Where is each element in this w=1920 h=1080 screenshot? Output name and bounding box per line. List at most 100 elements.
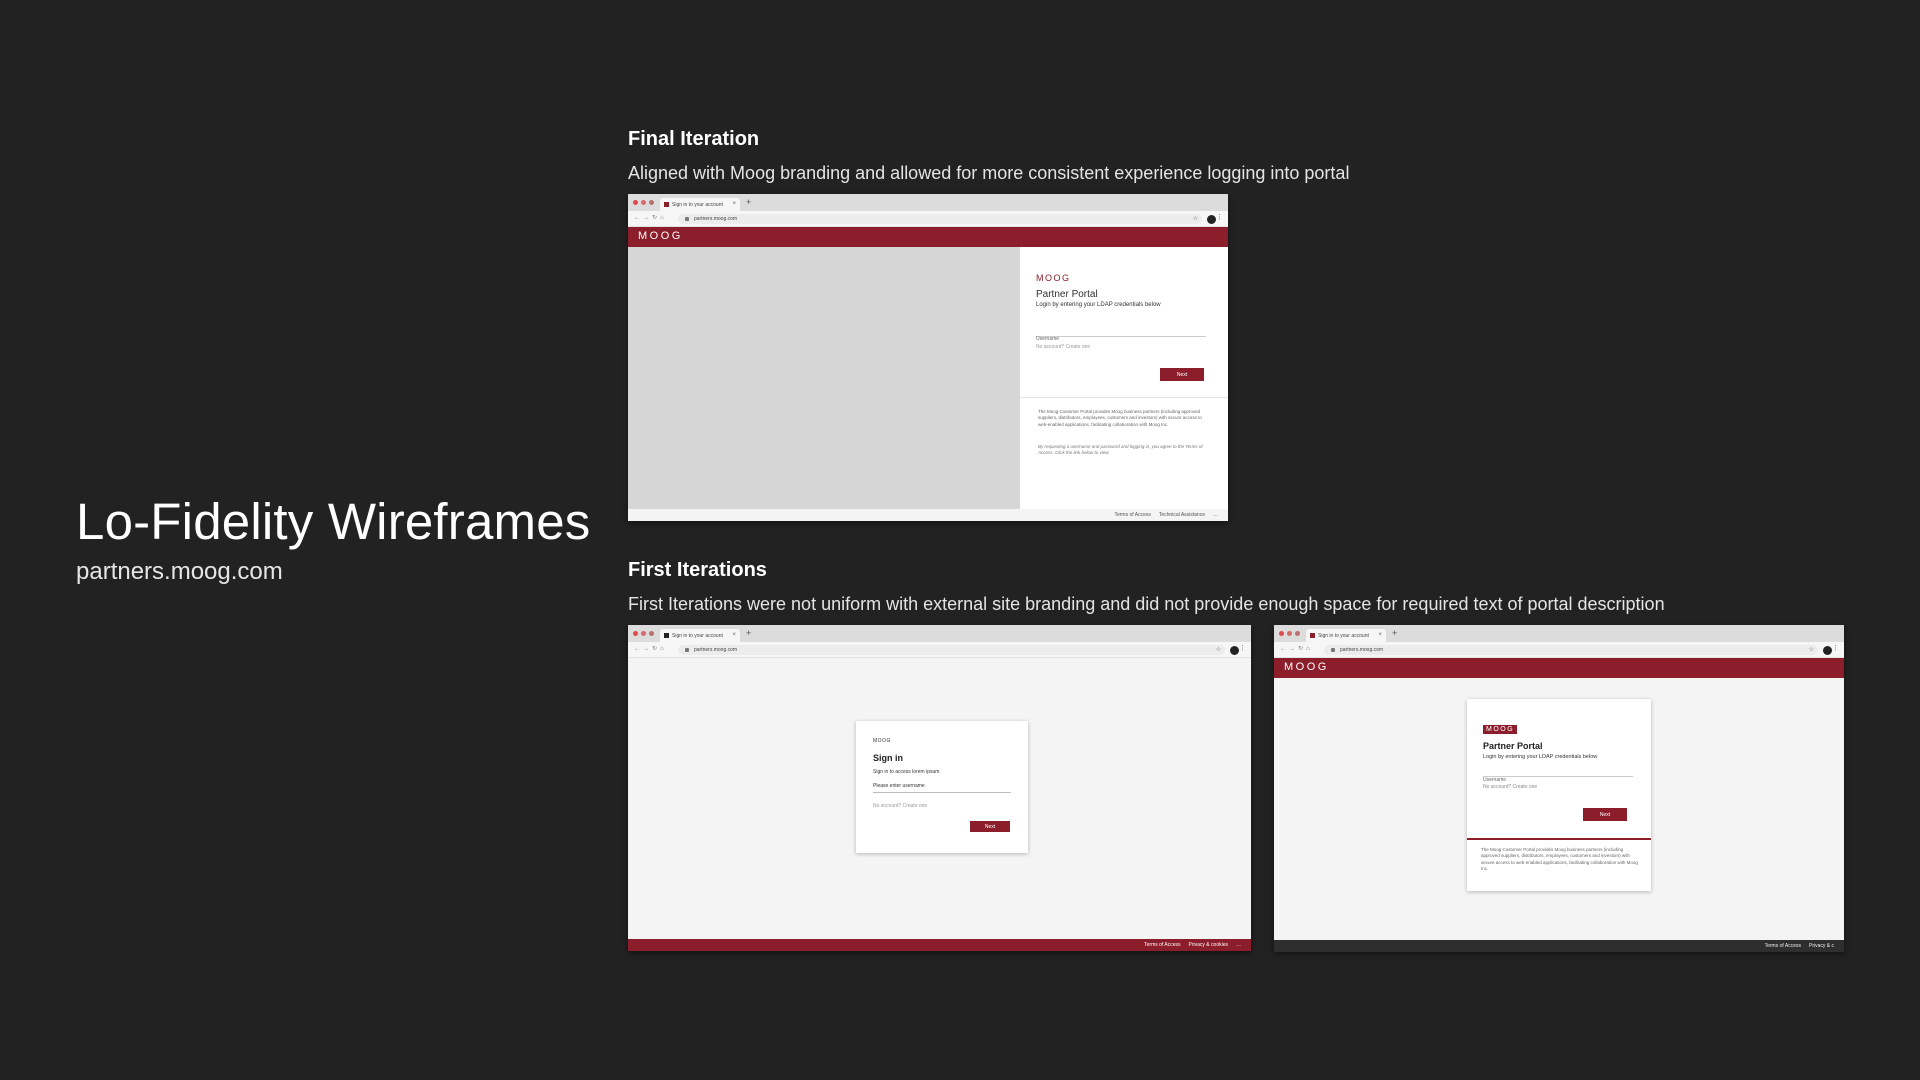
- card-logo: MOOG: [1036, 273, 1071, 283]
- tab-close-icon[interactable]: ×: [732, 201, 736, 207]
- tab-label: Sign in to your account: [672, 202, 723, 208]
- create-account-link[interactable]: No account? Create one: [1483, 784, 1537, 790]
- url-field[interactable]: partners.moog.com ☆: [678, 645, 1225, 655]
- window-controls[interactable]: [633, 631, 654, 636]
- card-logo: MOOG: [873, 738, 891, 744]
- profile-icon[interactable]: [1823, 646, 1832, 655]
- page-footer: Terms of Access Privacy & cookies …: [628, 939, 1251, 951]
- tab-label: Sign in to your account: [1318, 633, 1369, 639]
- kebab-menu-icon[interactable]: ⋮: [1216, 213, 1223, 221]
- partner-portal-card: MOOG Partner Portal Login by entering yo…: [1467, 699, 1651, 891]
- username-placeholder: Username: [1036, 336, 1060, 342]
- card-accent-divider: [1467, 838, 1651, 840]
- kebab-menu-icon[interactable]: ⋮: [1832, 644, 1839, 652]
- forward-arrow-icon[interactable]: →: [643, 215, 652, 221]
- page-title: Lo-Fidelity Wireframes: [76, 493, 591, 550]
- profile-icon[interactable]: [1207, 215, 1216, 224]
- browser-tab-strip: Sign in to your account × +: [628, 194, 1228, 211]
- sign-in-card: MOOG Sign in Sign in to access lorem ips…: [856, 721, 1028, 853]
- card-title: Sign in: [873, 753, 903, 763]
- lock-icon: [685, 648, 689, 652]
- page-footer: Terms of Access Privacy & c: [1274, 940, 1844, 952]
- brand-logo[interactable]: MOOG: [1284, 661, 1329, 673]
- forward-arrow-icon[interactable]: →: [1289, 646, 1298, 652]
- card-subtitle: Login by entering your LDAP credentials …: [1036, 302, 1161, 308]
- page-subtitle: partners.moog.com: [76, 558, 283, 585]
- portal-info-text: The Moog Customer Portal provides Moog b…: [1481, 847, 1638, 871]
- footer-link-terms[interactable]: Terms of Access: [1765, 943, 1801, 949]
- nav-buttons[interactable]: ←→↻⌂: [634, 645, 667, 652]
- star-icon[interactable]: ☆: [1216, 646, 1221, 653]
- url-text: partners.moog.com: [1340, 647, 1384, 653]
- reload-icon[interactable]: ↻: [652, 646, 660, 652]
- next-button[interactable]: Next: [1160, 368, 1204, 381]
- new-tab-icon[interactable]: +: [1392, 628, 1397, 638]
- url-field[interactable]: partners.moog.com ☆: [678, 214, 1202, 224]
- page-footer: Terms of Access Technical Assistance …: [628, 509, 1228, 521]
- divider: [1020, 397, 1228, 398]
- forward-arrow-icon[interactable]: →: [643, 646, 652, 652]
- tab-label: Sign in to your account: [672, 633, 723, 639]
- image-placeholder: [628, 247, 1020, 509]
- back-arrow-icon[interactable]: ←: [634, 215, 643, 221]
- card-subtitle: Login by entering your LDAP credentials …: [1483, 754, 1598, 760]
- new-tab-icon[interactable]: +: [746, 628, 751, 638]
- favicon-icon: [664, 633, 669, 638]
- card-logo: MOOG: [1483, 725, 1518, 734]
- lock-icon: [1331, 648, 1335, 652]
- final-iteration-heading: Final Iteration: [628, 128, 760, 150]
- home-icon[interactable]: ⌂: [660, 646, 667, 652]
- window-controls[interactable]: [633, 200, 654, 205]
- final-browser-window: Sign in to your account × + ←→↻⌂ partner…: [628, 194, 1228, 521]
- tab-close-icon[interactable]: ×: [732, 632, 736, 638]
- username-value: Please enter username: [873, 783, 925, 789]
- browser-tab[interactable]: Sign in to your account ×: [1306, 629, 1386, 642]
- window-controls[interactable]: [1279, 631, 1300, 636]
- favicon-icon: [1310, 633, 1315, 638]
- new-tab-icon[interactable]: +: [746, 197, 751, 207]
- back-arrow-icon[interactable]: ←: [1280, 646, 1289, 652]
- footer-link-privacy[interactable]: Privacy & c: [1809, 943, 1834, 949]
- card-subtitle: Sign in to access lorem ipsum: [873, 769, 940, 775]
- nav-buttons[interactable]: ←→↻⌂: [634, 214, 667, 221]
- username-input[interactable]: Username: [1483, 768, 1633, 783]
- profile-icon[interactable]: [1230, 646, 1239, 655]
- next-button[interactable]: Next: [970, 821, 1010, 832]
- favicon-icon: [664, 202, 669, 207]
- terms-agree-text: By requesting a username and password an…: [1038, 444, 1203, 456]
- username-input[interactable]: Please enter username: [873, 783, 1011, 793]
- browser-tab[interactable]: Sign in to your account ×: [660, 198, 740, 211]
- username-placeholder: Username: [1483, 777, 1507, 783]
- footer-more-icon[interactable]: …: [1213, 512, 1218, 518]
- create-account-link[interactable]: No account? Create one: [873, 803, 927, 809]
- reload-icon[interactable]: ↻: [1298, 646, 1306, 652]
- browser-tab-strip: Sign in to your account × +: [1274, 625, 1844, 642]
- brand-logo[interactable]: MOOG: [638, 230, 683, 242]
- next-button[interactable]: Next: [1583, 808, 1627, 821]
- create-account-link[interactable]: No account? Create one: [1036, 344, 1090, 350]
- footer-link-terms[interactable]: Terms of Access: [1144, 942, 1180, 948]
- star-icon[interactable]: ☆: [1809, 646, 1814, 653]
- footer-more-icon[interactable]: …: [1236, 942, 1241, 948]
- lock-icon: [685, 217, 689, 221]
- back-arrow-icon[interactable]: ←: [634, 646, 643, 652]
- footer-link-terms[interactable]: Terms of Access: [1114, 512, 1150, 518]
- nav-buttons[interactable]: ←→↻⌂: [1280, 645, 1313, 652]
- address-bar: ←→↻⌂ partners.moog.com ☆ ⋮: [628, 642, 1251, 658]
- url-field[interactable]: partners.moog.com ☆: [1324, 645, 1818, 655]
- star-icon[interactable]: ☆: [1193, 215, 1198, 222]
- footer-link-assistance[interactable]: Technical Assistance: [1159, 512, 1205, 518]
- tab-close-icon[interactable]: ×: [1378, 632, 1382, 638]
- footer-link-privacy[interactable]: Privacy & cookies: [1189, 942, 1228, 948]
- brand-header: MOOG: [628, 227, 1228, 247]
- final-iteration-description: Aligned with Moog branding and allowed f…: [628, 163, 1350, 183]
- home-icon[interactable]: ⌂: [660, 215, 667, 221]
- reload-icon[interactable]: ↻: [652, 215, 660, 221]
- brand-header: MOOG: [1274, 658, 1844, 678]
- home-icon[interactable]: ⌂: [1306, 646, 1313, 652]
- browser-tab[interactable]: Sign in to your account ×: [660, 629, 740, 642]
- first-iterations-heading: First Iterations: [628, 559, 767, 581]
- kebab-menu-icon[interactable]: ⋮: [1239, 644, 1246, 652]
- username-input[interactable]: Username: [1036, 327, 1206, 342]
- url-text: partners.moog.com: [694, 647, 738, 653]
